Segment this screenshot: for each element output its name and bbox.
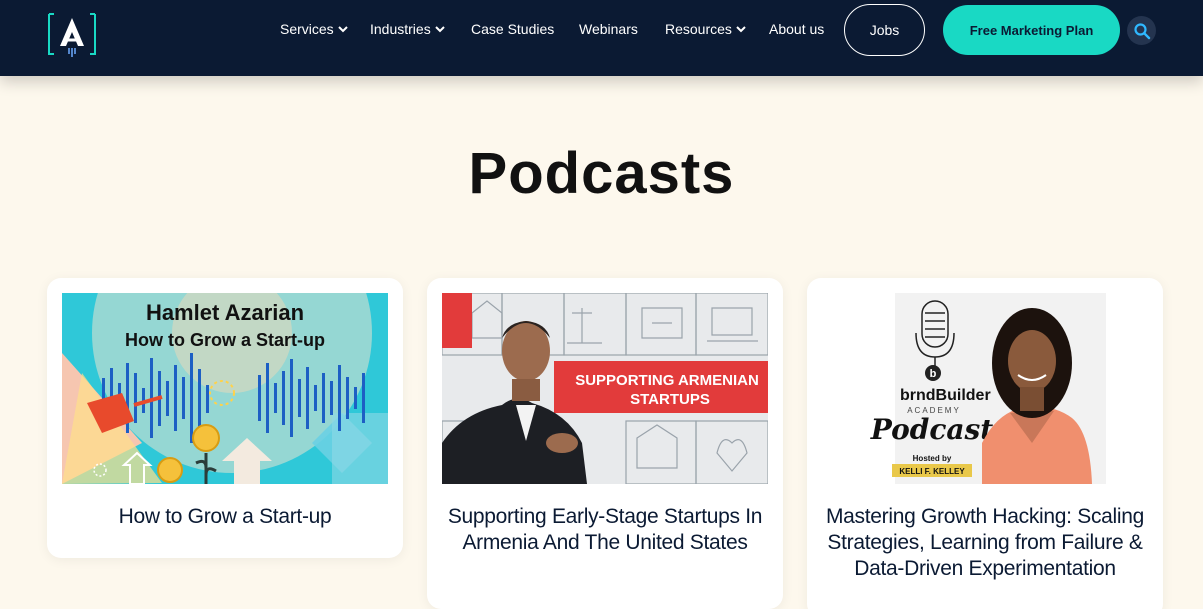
nav-label: Services [280,21,334,37]
nav-label: Case Studies [471,21,555,37]
podcast-thumbnail[interactable]: Hamlet Azarian How to Grow a Start-up [62,293,388,484]
podcast-card[interactable]: Hamlet Azarian How to Grow a Start-up Ho… [47,278,403,558]
search-button[interactable] [1127,16,1156,45]
agency-logo-icon[interactable] [46,12,98,58]
nav-about-us[interactable]: About us [769,20,824,38]
podcast-thumbnail[interactable]: SUPPORTING ARMENIAN STARTUPS [442,293,768,484]
thumb-brand: brndBuilder [900,387,991,404]
nav-industries[interactable]: Industries [370,20,446,38]
nav-services[interactable]: Services [280,20,349,38]
podcast-thumbnail[interactable]: b brndBuilder ACADEMY Podcast Hosted by … [822,293,1148,484]
nav-label: About us [769,21,825,37]
chevron-down-icon [736,26,746,33]
thumb-host-name: KELLI F. KELLEY [899,467,965,476]
site-header: Services Industries Case Studies Webinar… [0,0,1203,76]
svg-text:b: b [930,368,937,380]
thumb-subtitle: STARTUPS [630,391,710,408]
thumb-subtitle: How to Grow a Start-up [125,330,325,350]
page-title: Podcasts [468,141,735,206]
podcast-title[interactable]: Supporting Early-Stage Startups In Armen… [442,504,768,556]
chevron-down-icon [434,26,445,33]
nav-case-studies[interactable]: Case Studies [471,20,554,38]
nav-webinars[interactable]: Webinars [579,20,638,38]
nav-resources[interactable]: Resources [665,20,747,38]
thumb-title: Hamlet Azarian [146,300,304,325]
jobs-button[interactable]: Jobs [844,4,925,56]
nav-label: Resources [665,21,732,37]
free-marketing-plan-button[interactable]: Free Marketing Plan [943,5,1120,55]
podcast-title[interactable]: Mastering Growth Hacking: Scaling Strate… [822,504,1148,582]
podcast-card[interactable]: b brndBuilder ACADEMY Podcast Hosted by … [807,278,1163,609]
podcast-title[interactable]: How to Grow a Start-up [62,504,388,530]
nav-label: Industries [370,21,431,37]
chevron-down-icon [337,26,348,33]
search-icon [1133,22,1150,39]
thumb-title: SUPPORTING ARMENIAN [575,372,759,389]
thumb-hosted-by: Hosted by [913,454,952,463]
nav-label: Webinars [579,21,638,37]
podcast-card[interactable]: SUPPORTING ARMENIAN STARTUPS Supporting … [427,278,783,609]
thumb-podcast-word: Podcast [870,413,994,446]
